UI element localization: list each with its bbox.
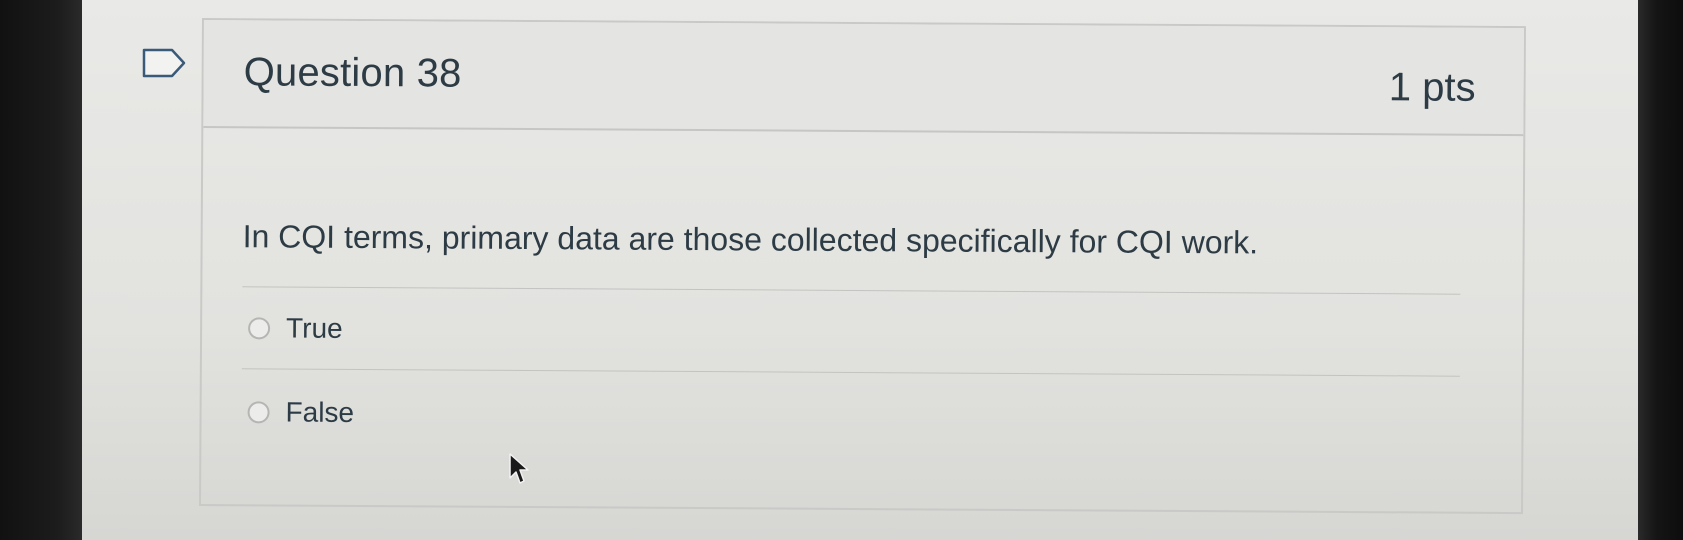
- radio-button-true[interactable]: [248, 317, 271, 340]
- mouse-pointer-icon: [509, 453, 529, 484]
- answer-option-true[interactable]: True: [248, 312, 343, 345]
- answer-label-false: False: [285, 396, 355, 428]
- flag-question-icon[interactable]: [142, 48, 186, 78]
- question-card: Question 38 1 pts In CQI terms, primary …: [199, 18, 1526, 515]
- radio-button-false[interactable]: [247, 401, 270, 424]
- monitor-bezel-right: [1638, 0, 1683, 540]
- answer-label-true: True: [286, 312, 343, 344]
- answer-divider: [242, 286, 1461, 295]
- question-points: 1 pts: [1388, 65, 1476, 110]
- question-header: Question 38 1 pts: [203, 20, 1524, 137]
- question-text: In CQI terms, primary data are those col…: [242, 218, 1259, 261]
- answer-option-false[interactable]: False: [247, 396, 354, 429]
- question-title: Question 38: [243, 50, 462, 96]
- answer-divider: [241, 368, 1460, 377]
- monitor-bezel-left: [0, 0, 82, 540]
- question-body: In CQI terms, primary data are those col…: [201, 128, 1523, 512]
